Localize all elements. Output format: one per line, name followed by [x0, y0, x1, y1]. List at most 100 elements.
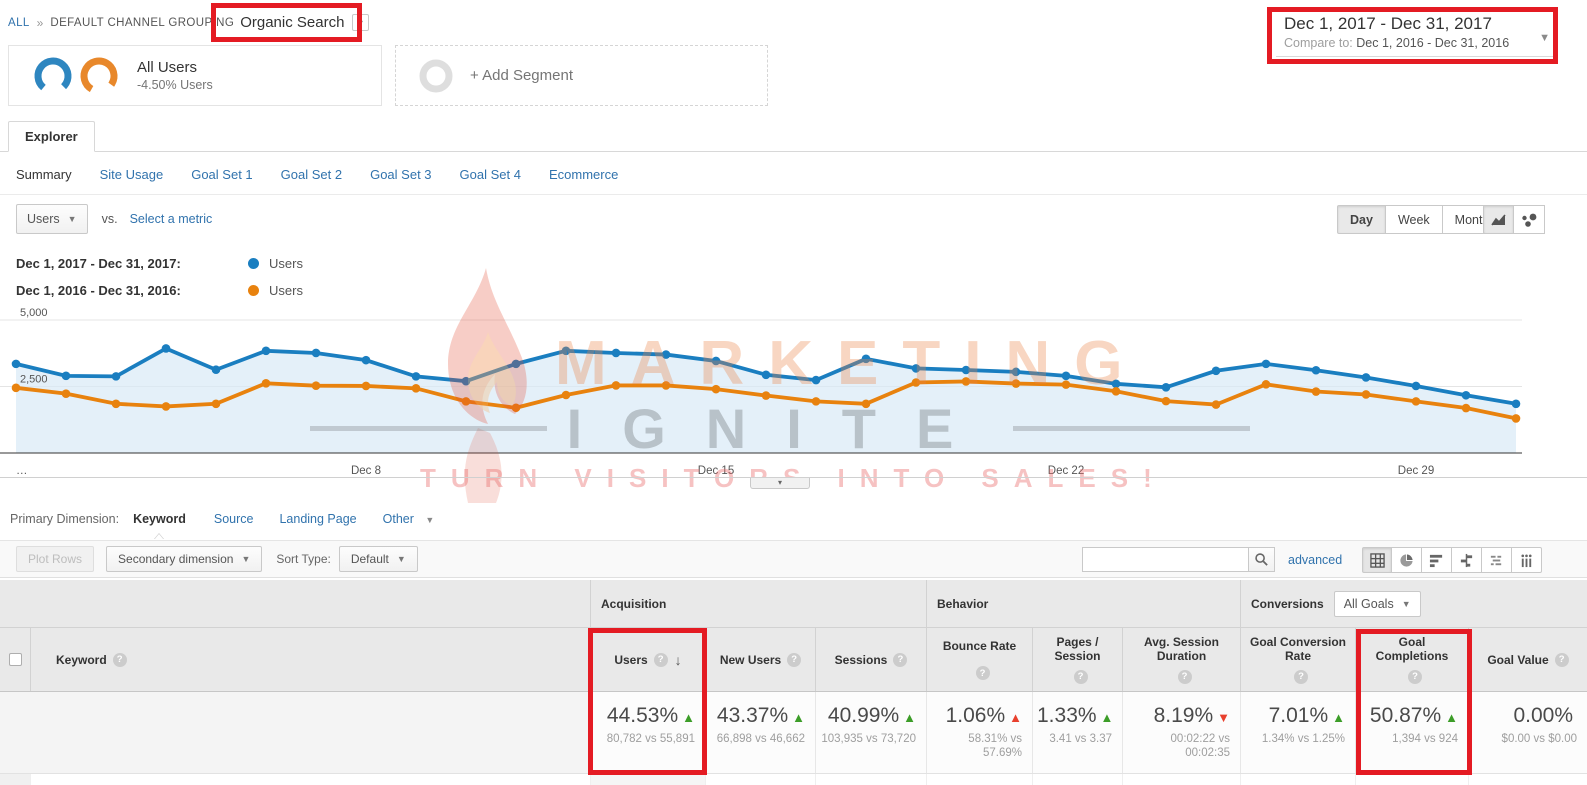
column-header-sessions[interactable]: Sessions ? [815, 628, 926, 691]
chevron-down-icon[interactable]: ▾ [352, 14, 369, 31]
compare-prefix: Compare to: [1284, 36, 1353, 50]
dimension-other[interactable]: Other ▼ [383, 512, 435, 526]
table-totals-row: 44.53%▲ 80,782 vs 55,891 43.37%▲ 66,898 … [0, 692, 1587, 774]
ga-report-page: ALL » DEFAULT CHANNEL GROUPING Organic S… [0, 0, 1587, 785]
chevron-down-icon: ▼ [1539, 32, 1550, 44]
select-metric-link[interactable]: Select a metric [130, 212, 213, 226]
legend-label-2017: Dec 1, 2017 - Dec 31, 2017: [16, 256, 234, 271]
partial-cell [1122, 774, 1240, 785]
granularity-week-button[interactable]: Week [1386, 205, 1443, 234]
help-icon[interactable]: ? [1074, 670, 1088, 684]
sort-type-dropdown[interactable]: Default ▼ [339, 546, 418, 572]
table-search-input[interactable] [1082, 547, 1248, 572]
chevron-down-icon: ▼ [397, 554, 406, 564]
totals-users: 44.53%▲ 80,782 vs 55,891 [590, 692, 705, 773]
table-column-header-row: Keyword ? Users ? ↓ New Users ? Sessions… [0, 628, 1587, 692]
help-icon[interactable]: ? [893, 653, 907, 667]
help-icon[interactable]: ? [113, 653, 127, 667]
select-all-checkbox[interactable] [9, 653, 22, 666]
column-header-goal-value[interactable]: Goal Value ? [1468, 628, 1587, 691]
help-icon[interactable]: ? [1294, 670, 1308, 684]
totals-checkbox-cell [0, 692, 30, 773]
sessions-header-label: Sessions [835, 653, 888, 667]
dimension-landing-page[interactable]: Landing Page [279, 512, 356, 526]
date-range-primary: Dec 1, 2017 - Dec 31, 2017 [1284, 14, 1528, 34]
help-icon[interactable]: ? [1408, 670, 1422, 684]
comparison-view-icon[interactable] [1452, 547, 1482, 573]
percentage-view-icon[interactable] [1392, 547, 1422, 573]
help-icon[interactable]: ? [976, 666, 990, 680]
segment-change: -4.50% Users [137, 78, 213, 92]
timeseries-chart[interactable]: 2,5005,000…Dec 8Dec 15Dec 22Dec 29 MARKE… [0, 308, 1587, 480]
performance-view-icon[interactable] [1422, 547, 1452, 573]
help-icon[interactable]: ? [787, 653, 801, 667]
legend-row-2017: Dec 1, 2017 - Dec 31, 2017: Users [16, 256, 303, 271]
avg-session-duration-total-detail: 00:02:22 vs 00:02:35 [1127, 732, 1230, 760]
svg-text:5,000: 5,000 [20, 308, 48, 319]
subtab-summary[interactable]: Summary [16, 167, 72, 182]
trend-up-icon: ▲ [1101, 710, 1114, 725]
search-icon[interactable] [1248, 547, 1275, 572]
sort-type-label: Sort Type: [276, 552, 330, 566]
add-segment-button[interactable]: + Add Segment [395, 45, 768, 106]
goal-conversion-rate-total-pct: 7.01% [1269, 704, 1329, 727]
new-users-header-label: New Users [720, 653, 781, 667]
column-header-new-users[interactable]: New Users ? [705, 628, 815, 691]
all-goals-dropdown[interactable]: All Goals ▼ [1334, 591, 1421, 617]
date-range-selector[interactable]: Dec 1, 2017 - Dec 31, 2017 Compare to: D… [1276, 12, 1554, 57]
subtab-goal-set-3[interactable]: Goal Set 3 [370, 167, 431, 182]
tab-divider [0, 151, 1587, 152]
goal-conversion-rate-total-detail: 1.34% vs 1.25% [1245, 732, 1345, 746]
totals-avg-session-duration: 8.19%▼ 00:02:22 vs 00:02:35 [1122, 692, 1240, 773]
vs-label: vs. [102, 212, 118, 226]
term-cloud-view-icon[interactable] [1482, 547, 1512, 573]
tab-explorer[interactable]: Explorer [8, 121, 95, 152]
table-group-header-row: Acquisition Behavior Conversions All Goa… [0, 580, 1587, 628]
date-range-compare: Compare to: Dec 1, 2016 - Dec 31, 2016 [1284, 36, 1528, 50]
segment-name: All Users [137, 59, 213, 76]
chart-canvas[interactable]: 2,5005,000…Dec 8Dec 15Dec 22Dec 29 [0, 308, 1587, 480]
partial-cell [1032, 774, 1122, 785]
help-icon[interactable]: ? [1178, 670, 1192, 684]
partial-users-cell [590, 774, 705, 785]
column-header-goal-completions[interactable]: Goal Completions ? [1355, 628, 1468, 691]
column-header-keyword[interactable]: Keyword ? [30, 628, 590, 691]
help-icon[interactable]: ? [1555, 653, 1569, 667]
secondary-dimension-dropdown[interactable]: Secondary dimension ▼ [106, 546, 262, 572]
chevron-down-icon: ▼ [1402, 599, 1411, 609]
plot-rows-button[interactable]: Plot Rows [16, 546, 94, 572]
subtab-goal-set-2[interactable]: Goal Set 2 [281, 167, 342, 182]
subtab-goal-set-4[interactable]: Goal Set 4 [460, 167, 521, 182]
subtab-goal-set-1[interactable]: Goal Set 1 [191, 167, 252, 182]
sessions-total-detail: 103,935 vs 73,720 [820, 732, 916, 746]
goal-completions-header-label: Goal Completions [1362, 635, 1462, 663]
metric-dropdown[interactable]: Users ▼ [16, 204, 88, 234]
column-header-bounce-rate[interactable]: Bounce Rate ? [926, 628, 1032, 691]
help-icon[interactable]: ? [654, 653, 668, 667]
motion-chart-icon[interactable] [1514, 205, 1545, 234]
segment-all-users[interactable]: All Users -4.50% Users [8, 45, 382, 106]
table-view-icon[interactable] [1362, 547, 1392, 573]
channel-dropdown[interactable]: Organic Search ▾ [240, 14, 369, 31]
bounce-rate-header-label: Bounce Rate [943, 639, 1016, 653]
column-header-users[interactable]: Users ? ↓ [590, 628, 705, 691]
svg-text:Dec 15: Dec 15 [698, 465, 734, 477]
timeline-expander[interactable]: ▾ [750, 478, 810, 489]
advanced-search-link[interactable]: advanced [1288, 553, 1342, 567]
pivot-view-icon[interactable] [1512, 547, 1542, 573]
dimension-source[interactable]: Source [214, 512, 254, 526]
subtab-ecommerce[interactable]: Ecommerce [549, 167, 618, 182]
breadcrumb-all-link[interactable]: ALL [8, 17, 30, 29]
avg-session-duration-total-pct: 8.19% [1154, 704, 1214, 727]
column-header-avg-session-duration[interactable]: Avg. Session Duration ? [1122, 628, 1240, 691]
keyword-data-table: Acquisition Behavior Conversions All Goa… [0, 580, 1587, 785]
group-conversions-label: Conversions [1251, 597, 1324, 611]
line-chart-icon[interactable] [1483, 205, 1514, 234]
dimension-keyword[interactable]: Keyword [133, 512, 186, 526]
granularity-day-button[interactable]: Day [1337, 205, 1386, 234]
partial-cell [1240, 774, 1355, 785]
subtab-site-usage[interactable]: Site Usage [100, 167, 164, 182]
partial-cell [1355, 774, 1468, 785]
column-header-pages-session[interactable]: Pages / Session ? [1032, 628, 1122, 691]
column-header-goal-conversion-rate[interactable]: Goal Conversion Rate ? [1240, 628, 1355, 691]
